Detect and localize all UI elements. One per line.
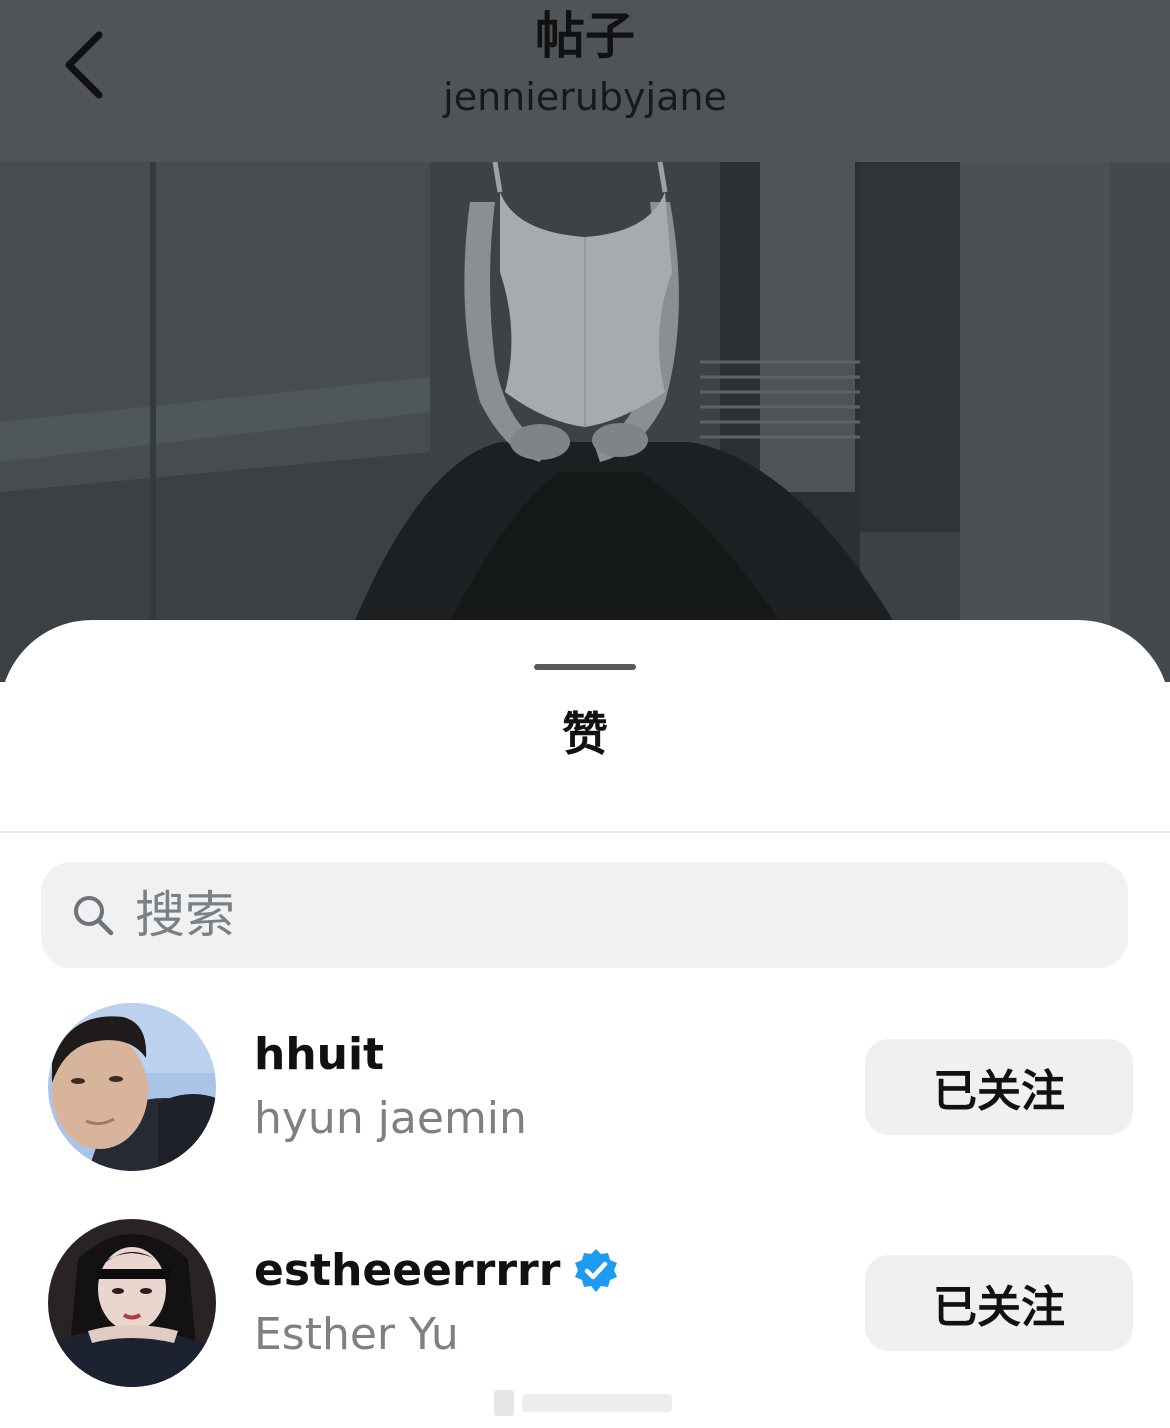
sheet-drag-handle[interactable] <box>534 664 636 670</box>
post-header: 帖子 jennierubyjane <box>0 0 1170 162</box>
watermark <box>488 1388 688 1418</box>
page-title: 帖子 <box>535 7 635 65</box>
avatar[interactable] <box>48 1219 216 1387</box>
post-photo <box>0 162 1170 682</box>
avatar[interactable] <box>48 1003 216 1171</box>
verified-badge-icon <box>572 1247 620 1295</box>
following-button[interactable]: 已关注 <box>865 1255 1133 1351</box>
full-name: hyun jaemin <box>254 1093 527 1144</box>
following-button[interactable]: 已关注 <box>865 1039 1133 1135</box>
user-info: estheeerrrrr Esther Yu <box>254 1241 814 1365</box>
username[interactable]: hhuit <box>254 1025 384 1085</box>
search-icon <box>69 891 117 939</box>
username[interactable]: estheeerrrrr <box>254 1241 560 1301</box>
username-line: hhuit <box>254 1025 814 1085</box>
list-item[interactable]: estheeerrrrr Esther Yu 已关注 <box>0 1219 1170 1389</box>
username-line: estheeerrrrr <box>254 1241 814 1301</box>
user-info: hhuit hyun jaemin <box>254 1025 814 1149</box>
sheet-title: 赞 <box>562 707 608 761</box>
list-item[interactable]: hhuit hyun jaemin 已关注 <box>0 1003 1170 1173</box>
full-name: Esther Yu <box>254 1309 459 1360</box>
search-input[interactable] <box>135 886 1035 944</box>
search-bar[interactable] <box>41 862 1128 968</box>
post-author-username[interactable]: jennierubyjane <box>0 72 1170 122</box>
divider <box>0 831 1170 833</box>
likes-sheet: 赞 hhuit <box>0 620 1170 1428</box>
